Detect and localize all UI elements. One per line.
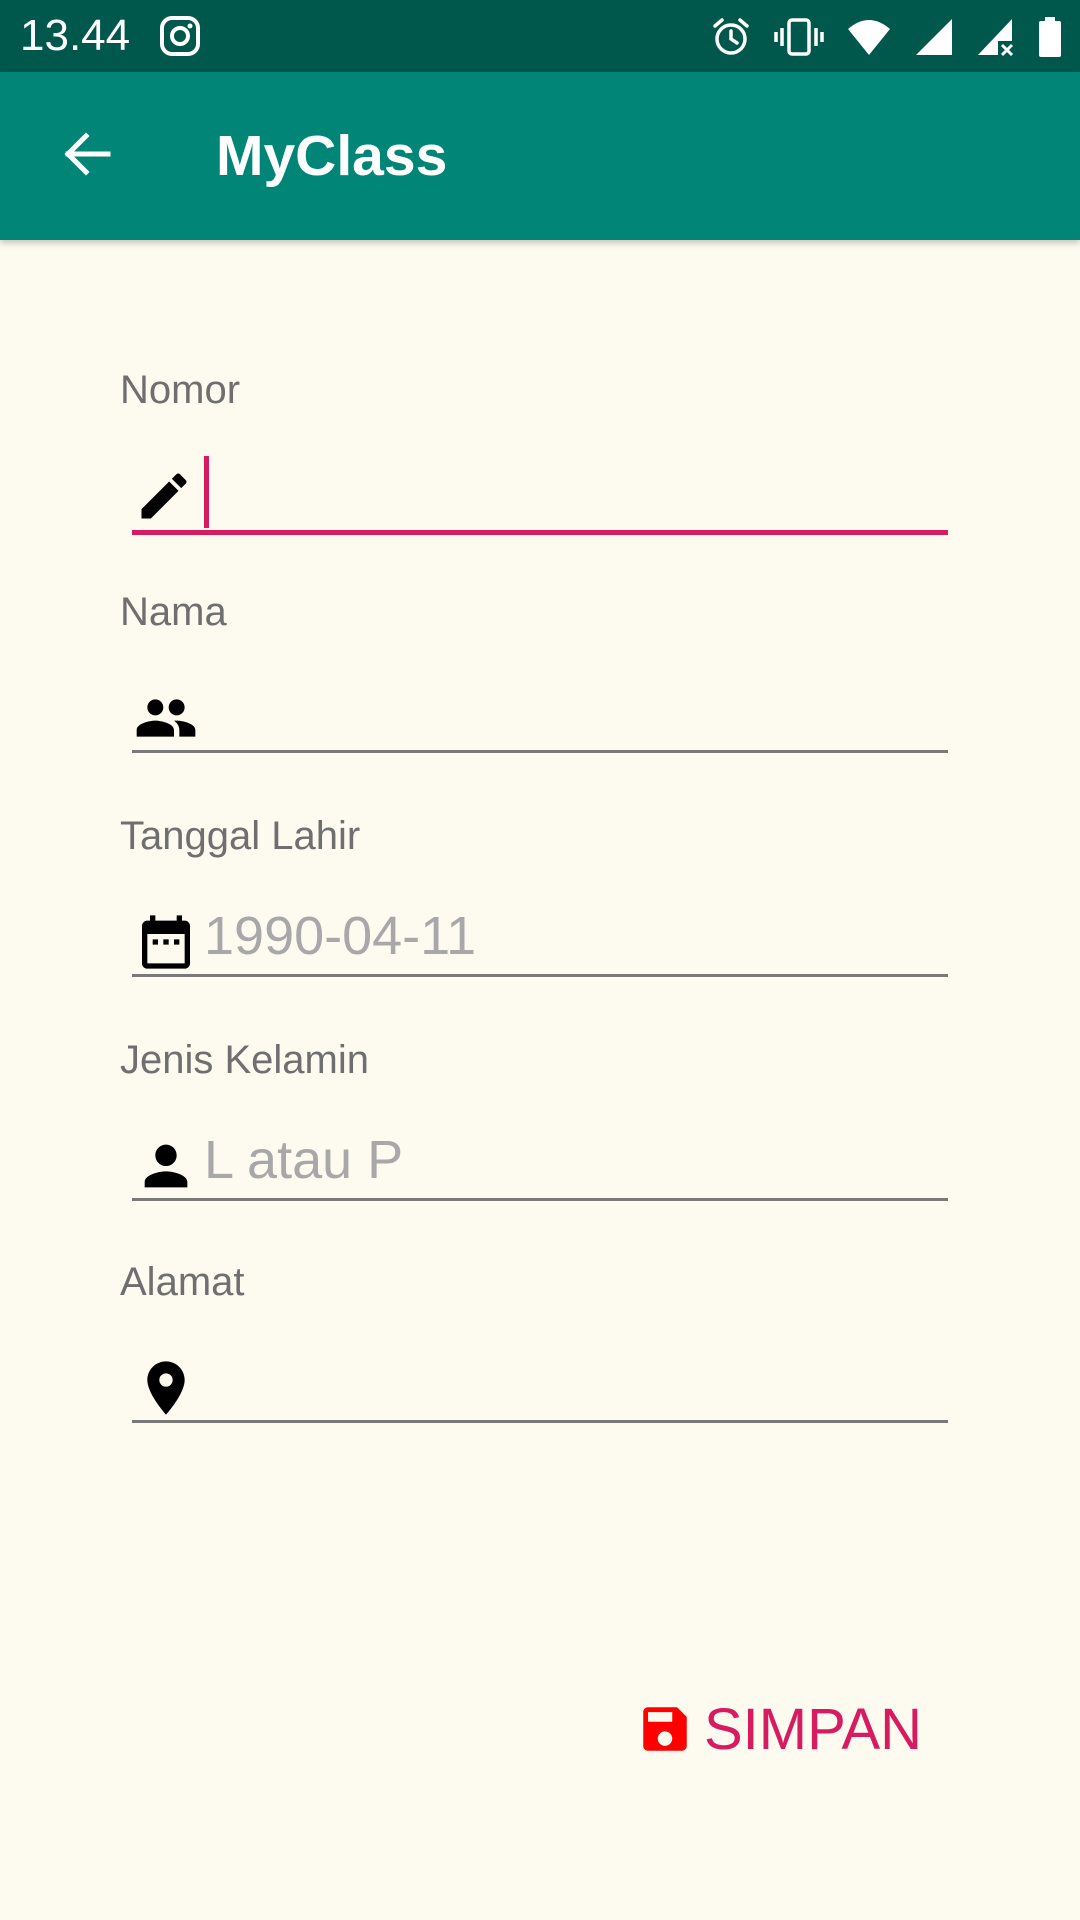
signal-no-data-icon [976, 17, 1016, 57]
instagram-icon [158, 14, 202, 58]
status-bar: 13.44 [0, 0, 1080, 72]
signal-icon [914, 17, 954, 57]
nama-label: Nama [120, 590, 227, 634]
app-title: MyClass [216, 124, 448, 188]
alamat-input[interactable] [204, 1346, 924, 1418]
calendar-icon [134, 910, 198, 974]
alamat-label: Alamat [120, 1260, 245, 1304]
nomor-input[interactable] [204, 456, 924, 528]
people-icon [134, 686, 198, 750]
location-pin-icon [134, 1356, 198, 1420]
battery-icon [1038, 16, 1062, 58]
simpan-label: SIMPAN [704, 1697, 923, 1762]
nomor-label: Nomor [120, 368, 241, 412]
jenis-kelamin-label: Jenis Kelamin [120, 1038, 370, 1082]
tanggal-lahir-label: Tanggal Lahir [120, 814, 361, 858]
jenis-kelamin-input[interactable] [204, 1124, 924, 1196]
wifi-icon [846, 17, 892, 57]
nama-input[interactable] [204, 676, 924, 748]
vibrate-icon [774, 16, 824, 58]
pencil-icon [134, 466, 198, 530]
simpan-button[interactable]: SIMPAN [636, 1694, 922, 1766]
nomor-input-row [132, 448, 948, 535]
arrow-back-icon [60, 128, 112, 185]
floppy-disk-icon [636, 1700, 694, 1761]
status-icons [710, 14, 1062, 60]
nama-input-row [132, 668, 948, 753]
person-icon [134, 1134, 198, 1198]
tanggal-lahir-input[interactable] [204, 900, 924, 972]
app-bar: MyClass [0, 72, 1080, 240]
back-button[interactable] [38, 108, 134, 204]
tanggal-lahir-input-row [132, 892, 948, 977]
alarm-icon [710, 16, 752, 58]
jenis-kelamin-input-row [132, 1116, 948, 1201]
alamat-input-row [132, 1338, 948, 1423]
status-time: 13.44 [20, 11, 131, 60]
